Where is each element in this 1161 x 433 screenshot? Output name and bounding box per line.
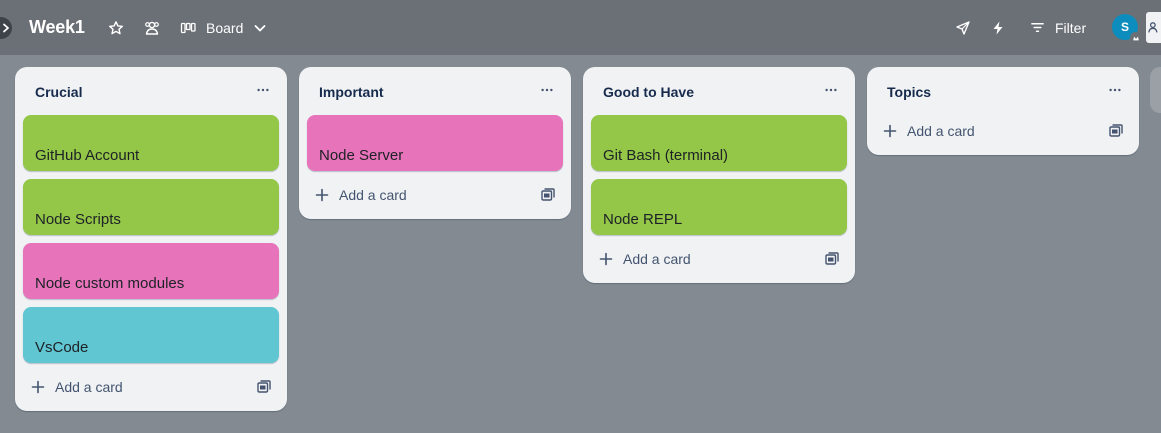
card-title: Git Bash (terminal) [603, 147, 729, 164]
list-column[interactable]: Crucial GitHub Account Node Scripts Node cu… [15, 67, 287, 411]
board-title[interactable]: Week1 [29, 0, 85, 55]
card-template-icon[interactable] [257, 380, 271, 394]
card-list: GitHub Account Node Scripts Node custom mo… [15, 115, 287, 363]
list-column[interactable]: Topics Add a card [867, 67, 1139, 155]
filter-icon [1031, 23, 1044, 32]
card-title: Node Server [319, 147, 404, 164]
list-header[interactable]: Good to Have [583, 67, 855, 115]
list-title[interactable]: Crucial [35, 84, 82, 100]
member-avatar[interactable]: S [1112, 14, 1141, 43]
add-card-label: Add a card [907, 123, 975, 139]
board-view-switcher[interactable]: Board [180, 0, 267, 55]
card-title: GitHub Account [35, 147, 140, 164]
list-menu-icon[interactable] [537, 80, 557, 100]
card-title: Node REPL [603, 211, 683, 228]
card[interactable]: Node Server [307, 115, 563, 171]
list-menu-icon[interactable] [253, 80, 273, 100]
add-card-button[interactable]: Add a card [315, 179, 407, 211]
power-ups-button[interactable] [950, 0, 976, 55]
list-footer: Add a card [299, 179, 571, 219]
avatar-initial: S [1120, 20, 1129, 34]
visibility-button[interactable] [139, 0, 165, 55]
lightning-icon [993, 21, 1003, 34]
chevron-down-icon [254, 24, 266, 31]
card-template-icon[interactable] [1109, 124, 1123, 138]
add-card-button[interactable]: Add a card [883, 115, 975, 147]
admin-badge-icon [1130, 32, 1141, 43]
list-footer: Add a card [15, 371, 287, 411]
board-view-label: Board [206, 19, 244, 36]
star-button[interactable] [103, 0, 129, 55]
card[interactable]: Git Bash (terminal) [591, 115, 847, 171]
list-header[interactable]: Important [299, 67, 571, 115]
card[interactable]: Node Scripts [23, 179, 279, 235]
add-card-button[interactable]: Add a card [31, 371, 123, 403]
star-icon [109, 20, 123, 34]
board-view-icon [180, 22, 196, 33]
list-title[interactable]: Good to Have [603, 84, 694, 100]
add-card-label: Add a card [55, 379, 123, 395]
list-header[interactable]: Crucial [15, 67, 287, 115]
add-member-icon [1148, 22, 1158, 33]
automation-button[interactable] [985, 0, 1011, 55]
filter-button[interactable]: Filter [1030, 0, 1086, 55]
workspace-visible-icon [145, 21, 159, 35]
list-menu-icon[interactable] [821, 80, 841, 100]
add-card-button[interactable]: Add a card [599, 243, 691, 275]
card-template-icon[interactable] [541, 188, 555, 202]
list-column[interactable]: Important Node Server Add a card [299, 67, 571, 219]
plus-icon [315, 188, 339, 202]
card-template-icon[interactable] [825, 252, 839, 266]
card-list: Git Bash (terminal) Node REPL [583, 115, 855, 235]
filter-label: Filter [1055, 19, 1087, 36]
card-title: Node Scripts [35, 211, 121, 228]
add-card-label: Add a card [339, 187, 407, 203]
list-title[interactable]: Important [319, 84, 384, 100]
board-header: Week1 Board Filter S [0, 0, 1161, 55]
list-header[interactable]: Topics [867, 67, 1139, 115]
card-title: Node custom modules [35, 275, 185, 292]
card[interactable]: Node REPL [591, 179, 847, 235]
list-footer: Add a card [867, 115, 1139, 155]
list-menu-icon[interactable] [1105, 80, 1125, 100]
card-title: VsCode [35, 339, 89, 356]
partial-list[interactable] [1150, 67, 1161, 113]
card[interactable]: GitHub Account [23, 115, 279, 171]
add-card-label: Add a card [623, 251, 691, 267]
list-column[interactable]: Good to Have Git Bash (terminal) Node REPL… [583, 67, 855, 283]
chevron-right-icon [3, 23, 9, 33]
rocket-icon [956, 20, 970, 35]
list-title[interactable]: Topics [887, 84, 931, 100]
plus-icon [31, 380, 55, 394]
list-footer: Add a card [583, 243, 855, 283]
plus-icon [599, 252, 623, 266]
card[interactable]: VsCode [23, 307, 279, 363]
card[interactable]: Node custom modules [23, 243, 279, 299]
share-button[interactable] [1146, 12, 1161, 43]
plus-icon [883, 124, 907, 138]
card-list: Node Server [299, 115, 571, 171]
expand-sidebar-button[interactable] [0, 17, 12, 39]
